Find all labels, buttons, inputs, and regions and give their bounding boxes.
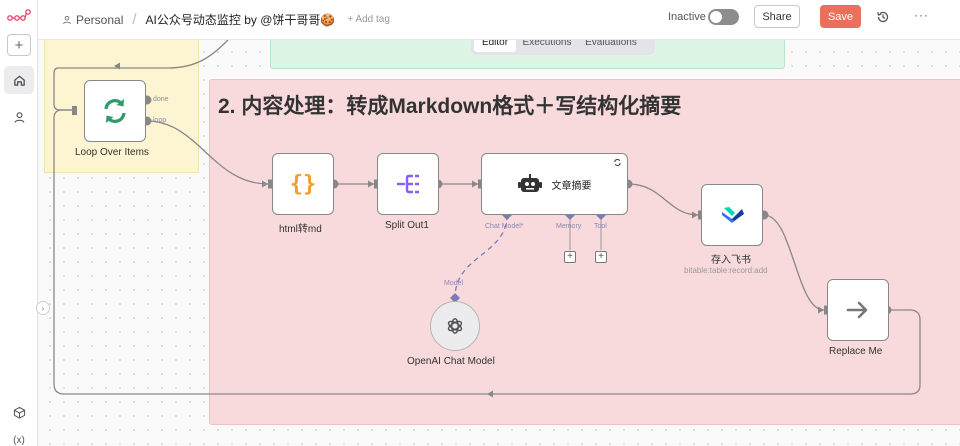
- save-button[interactable]: Save: [820, 5, 861, 28]
- view-tabs: Editor Executions Evaluations: [471, 40, 655, 55]
- node-sublabel-feishu: bitable:table:record:add: [684, 266, 768, 275]
- cube-icon: [13, 406, 25, 419]
- history-icon[interactable]: [876, 10, 890, 24]
- node-label-split-out: Split Out1: [385, 220, 429, 231]
- node-split-out[interactable]: [377, 153, 439, 215]
- arrow-right-icon: [846, 301, 868, 319]
- refresh-badge-icon: [614, 158, 621, 167]
- port-label-model: Model: [444, 280, 464, 287]
- port-label-loop: loop: [153, 117, 167, 124]
- variables-icon: (x): [13, 434, 25, 446]
- wire-feishu-to-replace: [763, 214, 825, 311]
- sidebar-home-button[interactable]: [4, 66, 34, 94]
- sidebar-templates-button[interactable]: [11, 404, 27, 420]
- node-openai-chat-model[interactable]: [430, 301, 480, 351]
- node-ai-agent-summary[interactable]: 文章摘要: [481, 153, 628, 215]
- add-tool-button[interactable]: +: [595, 251, 607, 263]
- sidebar-user-button[interactable]: [11, 109, 27, 125]
- breadcrumb: Personal / AI公众号动态监控 by @饼干哥哥🍪 + Add tag: [62, 11, 390, 28]
- more-options-icon[interactable]: ···: [914, 8, 929, 22]
- n8n-logo-icon[interactable]: [7, 8, 31, 24]
- workflow-status-label: Inactive: [668, 11, 706, 23]
- node-loop-over-items[interactable]: [84, 80, 146, 142]
- share-button[interactable]: Share: [754, 5, 800, 28]
- node-html-to-md[interactable]: {}: [272, 153, 334, 215]
- node-label-feishu: 存入飞书: [711, 255, 751, 266]
- node-replace-me[interactable]: [827, 279, 889, 341]
- node-label-openai: OpenAI Chat Model: [407, 356, 495, 367]
- connection-wires: [53, 40, 921, 398]
- port-label-done: done: [153, 96, 169, 103]
- loop-refresh-icon: [104, 99, 126, 123]
- node-label-html-to-md: html转md: [279, 224, 322, 235]
- chevron-right-icon: ›: [41, 303, 45, 313]
- active-toggle[interactable]: [708, 9, 739, 25]
- sidebar-variables-button[interactable]: (x): [11, 432, 27, 446]
- node-label-loop-over-items: Loop Over Items: [75, 147, 149, 158]
- tab-editor[interactable]: Editor: [474, 40, 516, 52]
- left-sidebar: + (x): [0, 0, 38, 446]
- node-feishu-save[interactable]: [701, 184, 763, 246]
- port-label-memory: Memory: [556, 223, 582, 230]
- wire-loop-to-html: [146, 120, 269, 185]
- create-plus-button[interactable]: +: [7, 34, 31, 56]
- tab-evaluations[interactable]: Evaluations: [578, 40, 644, 52]
- add-memory-button[interactable]: +: [564, 251, 576, 263]
- user-icon: [13, 111, 25, 123]
- top-header: Personal / AI公众号动态监控 by @饼干哥哥🍪 + Add tag…: [38, 0, 960, 40]
- node-label-replace-me: Replace Me: [829, 346, 883, 357]
- workflow-name[interactable]: AI公众号动态监控 by @饼干哥哥🍪: [146, 11, 336, 28]
- robot-icon: [517, 174, 542, 192]
- wire-agent-to-feishu: [627, 183, 699, 216]
- curly-braces-icon: {}: [289, 171, 317, 197]
- openai-icon: [447, 318, 463, 334]
- home-icon: [13, 75, 25, 86]
- node-title-agent: 文章摘要: [551, 180, 592, 192]
- add-tag-button[interactable]: + Add tag: [347, 14, 390, 25]
- breadcrumb-project[interactable]: Personal: [76, 13, 123, 27]
- breadcrumb-separator: /: [132, 11, 137, 28]
- split-out-icon: [397, 174, 419, 194]
- feishu-lark-icon: [722, 207, 744, 223]
- workflow-canvas[interactable]: 2. 内容处理：转成Markdown格式＋写结构化摘要 done loop Lo…: [38, 40, 960, 446]
- user-icon: [63, 15, 71, 24]
- port-label-tool: Tool: [594, 223, 607, 230]
- port-label-chat-model: Chat Model*: [485, 223, 524, 230]
- tab-executions[interactable]: Executions: [516, 40, 578, 52]
- sidebar-collapse-button[interactable]: ›: [36, 301, 50, 315]
